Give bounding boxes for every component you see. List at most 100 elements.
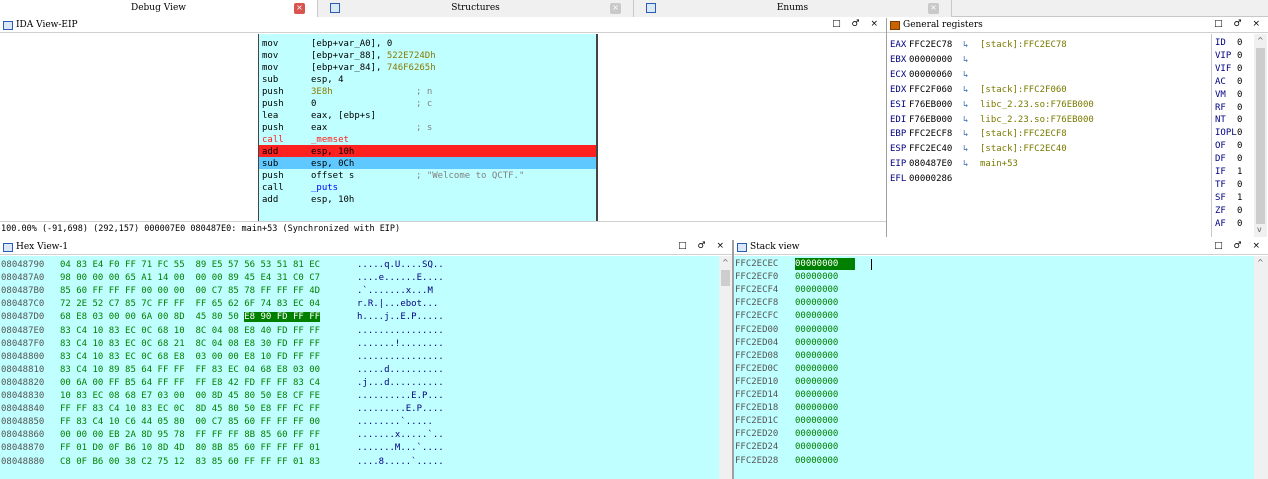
register-target[interactable]: [stack]:FFC2EC78 [980,38,1067,52]
registers-titlebar: General registers □ ♂ × [887,18,1268,33]
asm-number: 746F6265h [386,63,436,73]
register-name: EFL [890,174,907,185]
hex-bytes-text: 00 6A 00 FF B5 64 FF FF FF E8 42 FD FF F… [60,377,321,388]
flag-name: SF [1215,192,1226,203]
hex-address: 08048880 [1,456,45,467]
tab-debug-view[interactable]: Debug View × [0,0,318,17]
register-target[interactable]: [stack]:FFC2F060 [980,83,1067,97]
asm-operand: _memset [311,134,349,146]
hex-view-titlebar: Hex View-1 □ ♂ × [0,240,732,255]
hex-bytes-text: FF 01 D0 0F B6 10 8D 4D 80 8B 85 60 FF F… [60,443,321,454]
stack-address: FFC2ED0C [735,363,779,374]
register-value: F76EB000 [909,99,953,110]
asm-operand: esp, 4 [311,74,344,86]
jump-arrow-icon[interactable]: ↳ [963,157,968,171]
close-icon[interactable]: × [928,3,939,14]
asm-operand: 0 [311,98,316,110]
tab-enums[interactable]: Enums × [634,0,952,17]
register-value: 00000060 [909,69,953,80]
hex-address: 08048870 [1,443,45,454]
hex-ascii: .......x.....`.. [357,430,444,441]
hex-ascii: .j...d.......... [357,377,444,388]
stack-address: FFC2ECEC [735,259,779,269]
register-target[interactable]: main+53 [980,157,1018,171]
jump-arrow-icon[interactable]: ↳ [963,68,968,82]
asm-comment: ; c [416,99,433,109]
asm-comment: ; "Welcome to QCTF." [416,171,525,181]
stack-value: 00000000 [795,416,839,427]
asm-mnemonic: mov [262,39,279,49]
flag-value: 0 [1237,102,1243,113]
panel-controls[interactable]: □ ♂ × [1214,19,1264,29]
jump-arrow-icon[interactable]: ↳ [963,38,968,52]
status-text: 100.00% (-91,698) (292,157) 000007E0 080… [1,224,401,234]
asm-operand-text: eax [311,123,328,133]
register-target[interactable]: [stack]:FFC2EC40 [980,142,1067,156]
asm-mnemonic: push [262,171,284,181]
close-icon[interactable]: × [294,3,305,14]
register-value: F76EB000 [909,114,953,125]
panel-controls[interactable]: □ ♂ × [1214,241,1264,251]
stack-scrollbar[interactable] [1254,256,1268,479]
hex-bytes: C8 0F B6 00 38 C2 75 12 83 85 60 FF FF F… [60,456,320,468]
stack-address: FFC2ED1C [735,416,779,427]
stack-address: FFC2ED28 [735,455,779,466]
flag-value: 0 [1237,141,1243,152]
flags-scroll-thumb[interactable] [1256,48,1265,224]
asm-operand-text: [ebp+var_88], [311,51,387,61]
asm-number: 3E8h [311,87,333,97]
hex-bytes-text: FF FF 83 C4 10 83 EC 0C 8D 45 80 50 E8 F… [60,404,321,415]
hex-ascii: .....d.......... [357,364,444,375]
hex-scrollbar[interactable] [719,256,732,479]
register-target[interactable]: libc_2.23.so:F76EB000 [980,98,1094,112]
hex-address: 08048800 [1,351,45,362]
panel-controls[interactable]: □ ♂ × [678,241,728,251]
hex-ascii: .......!........ [357,338,444,349]
asm-operand-text: [ebp+var_A0], 0 [311,39,393,49]
hex-bytes: 83 C4 10 83 EC 0C 68 21 8C 04 08 E8 30 F… [60,338,320,350]
scroll-up-icon[interactable]: ^ [722,258,729,267]
tab-bar: Debug View × Structures × Enums × [0,0,1268,17]
divider [1211,34,1212,237]
jump-arrow-icon[interactable]: ↳ [963,113,968,127]
asm-mnemonic: mov [262,51,279,61]
flag-value: 0 [1237,154,1243,165]
asm-operand-text: 0 [311,99,317,109]
register-name: EIP [890,159,907,170]
jump-arrow-icon[interactable]: ↳ [963,83,968,97]
flag-name: ZF [1215,205,1226,216]
panel-controls[interactable]: □ ♂ × [832,19,882,29]
scroll-down-icon[interactable]: v [1257,225,1262,234]
jump-arrow-icon[interactable]: ↳ [963,98,968,112]
jump-arrow-icon[interactable]: ↳ [963,142,968,156]
stack-view-titlebar: Stack view □ ♂ × [734,240,1268,255]
stack-address: FFC2ED20 [735,429,779,440]
hex-ascii: .......M...`.... [357,443,444,454]
flag-value: 0 [1237,38,1243,48]
asm-symbol[interactable]: _puts [311,183,338,193]
hex-bytes: FF 01 D0 0F B6 10 8D 4D 80 8B 85 60 FF F… [60,442,320,454]
hex-highlight: E8 90 FD FF FF [244,312,321,323]
register-target[interactable]: [stack]:FFC2ECF8 [980,127,1067,141]
hex-ascii: .....q.U....SQ.. [357,260,444,270]
flag-value: 0 [1237,50,1243,61]
scroll-up-icon[interactable]: ^ [1257,36,1264,45]
asm-operand-text: esp, 10h [311,147,355,157]
hex-bytes-text: 83 C4 10 83 EC 0C 68 E8 03 00 00 E8 10 F… [60,351,321,362]
hex-scroll-thumb[interactable] [721,270,730,286]
flag-name: AC [1215,76,1226,87]
jump-arrow-icon[interactable]: ↳ [963,53,968,67]
scroll-up-icon[interactable]: ^ [1257,258,1264,267]
tab-structures[interactable]: Structures × [318,0,634,17]
stack-address: FFC2ED00 [735,324,779,335]
stack-value: 00000000 [795,429,839,440]
close-icon[interactable]: × [610,3,621,14]
asm-comment: ; s [416,123,433,133]
asm-mnemonic: push [262,99,284,109]
hex-bytes: 98 00 00 00 65 A1 14 00 00 00 89 45 E4 3… [60,272,320,284]
hex-address: 080487C0 [1,299,45,310]
hex-bytes: 00 00 00 EB 2A 8D 95 78 FF FF FF 8B 85 6… [60,429,320,441]
jump-arrow-icon[interactable]: ↳ [963,127,968,141]
flag-name: ID [1215,38,1226,48]
register-target[interactable]: libc_2.23.so:F76EB000 [980,113,1094,127]
